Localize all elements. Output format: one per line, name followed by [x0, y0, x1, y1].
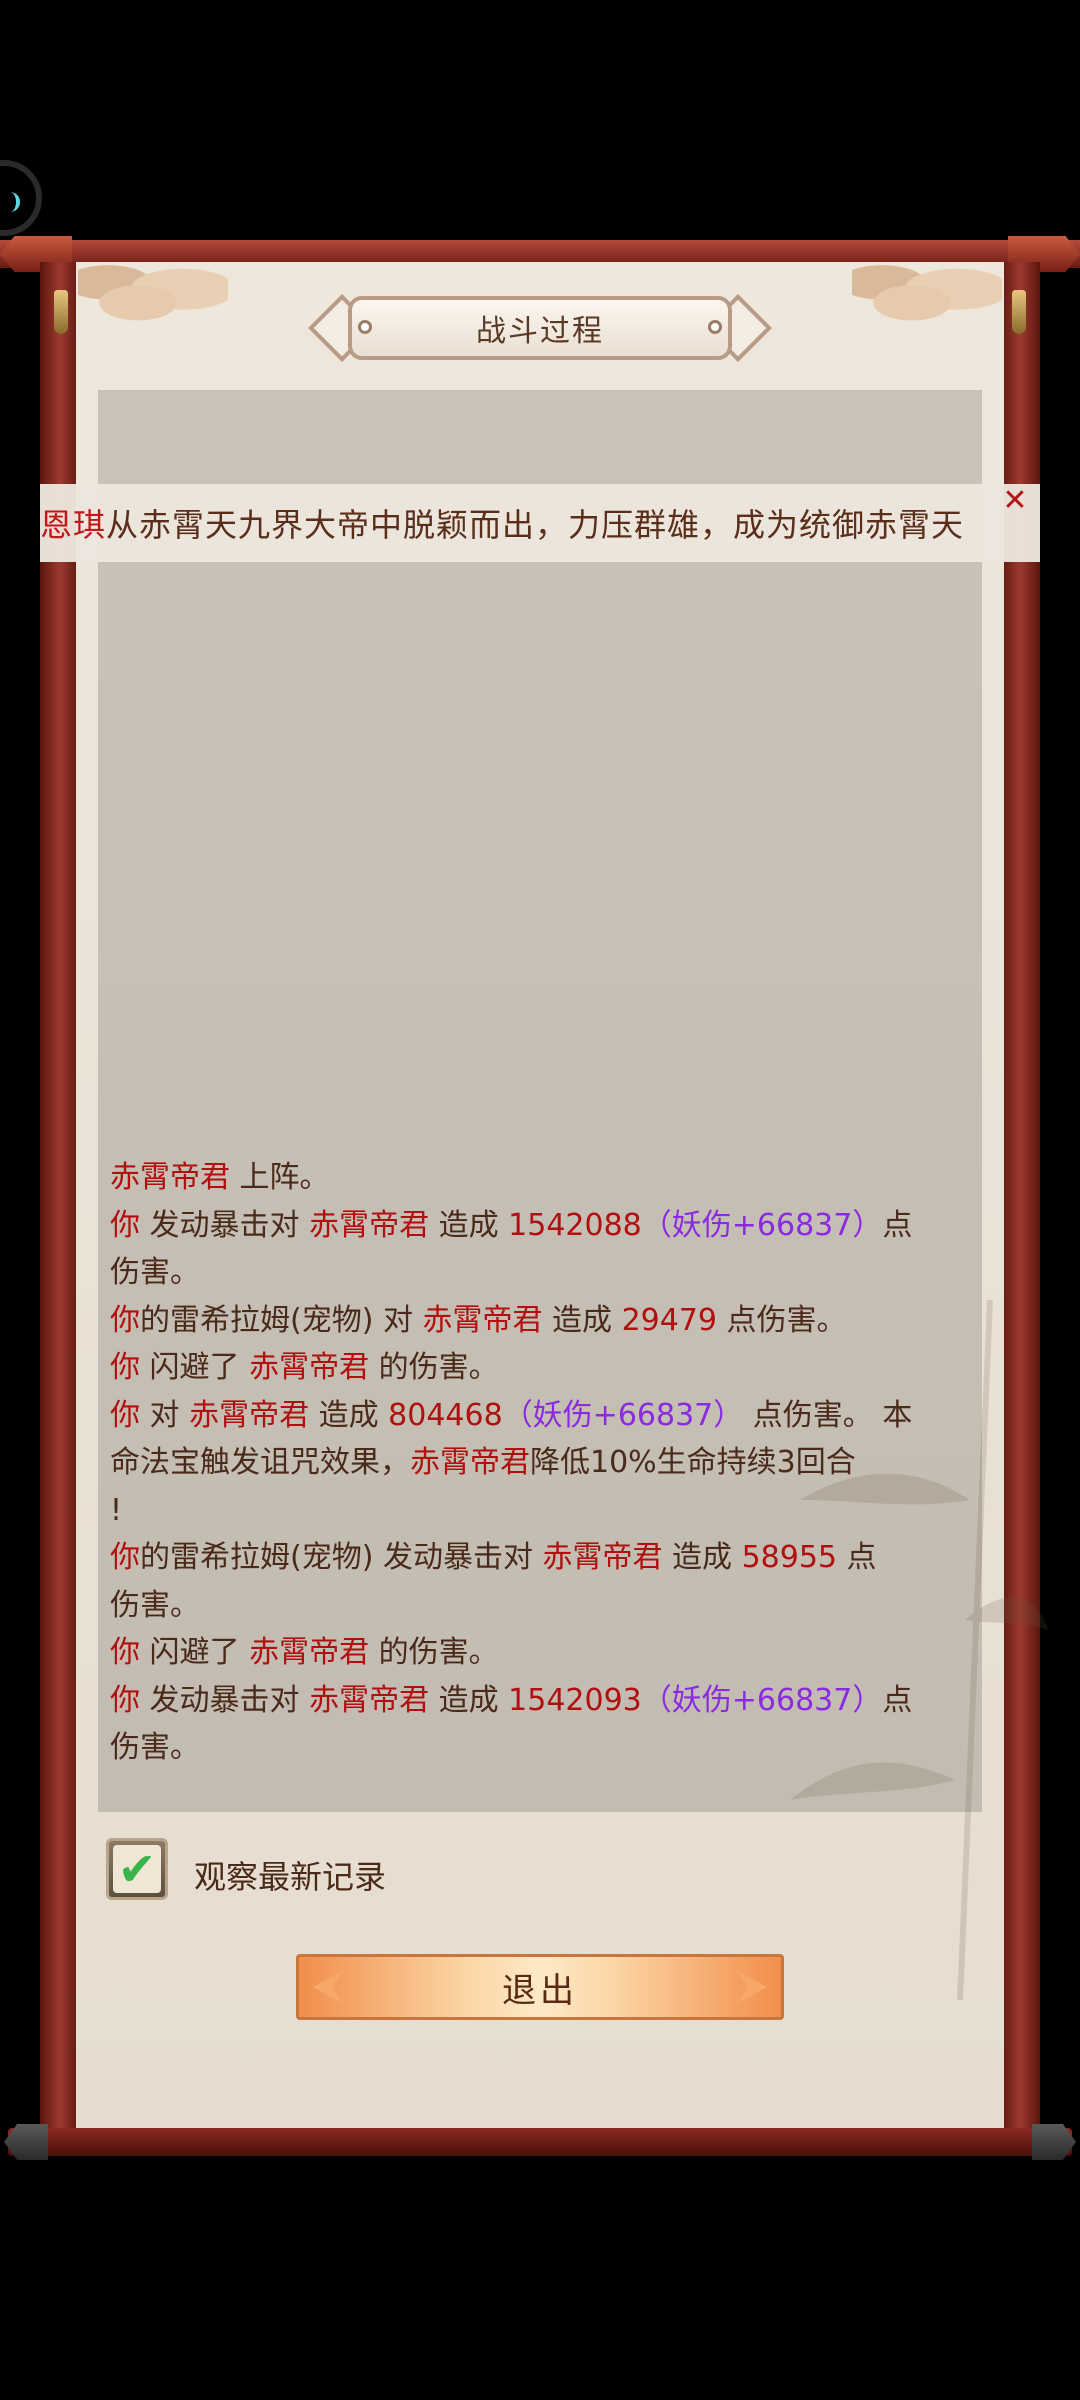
log-highlight: 58955 — [741, 1540, 837, 1575]
log-text: 降低10%生命持续3回合 — [530, 1445, 856, 1480]
log-text: 对 — [140, 1397, 190, 1433]
log-text: 造成 — [662, 1540, 742, 1575]
checkmark-icon: ✔ — [113, 1845, 161, 1893]
log-line: 你 发动暴击对 赤霄帝君 造成 1542093（妖伤+66837）点 — [110, 1677, 982, 1725]
log-text: 的雷希拉姆(宠物) 对 — [140, 1302, 423, 1338]
tassel-right-icon — [1012, 290, 1026, 334]
log-text: 的伤害。 — [369, 1350, 499, 1385]
log-line: 你 发动暴击对 赤霄帝君 造成 1542088（妖伤+66837）点 — [110, 1202, 982, 1250]
log-text: 点 — [882, 1207, 913, 1243]
log-highlight: 赤霄帝君 — [309, 1682, 430, 1718]
log-text: 上阵。 — [230, 1160, 330, 1195]
log-highlight: 赤霄帝君 — [309, 1207, 430, 1243]
battle-log: 赤霄帝君 上阵。你 发动暴击对 赤霄帝君 造成 1542088（妖伤+66837… — [110, 1154, 982, 1772]
page-title: 战斗过程 — [348, 296, 732, 360]
log-highlight: 你 — [110, 1207, 140, 1243]
log-text: 造成 — [309, 1397, 389, 1433]
log-highlight: 804468 — [388, 1397, 503, 1433]
log-highlight: 1542088 — [508, 1207, 642, 1243]
log-bonus: （妖伤+66837） — [641, 1682, 883, 1718]
log-line: 你 闪避了 赤霄帝君 的伤害。 — [110, 1629, 982, 1677]
log-highlight: 1542093 — [508, 1682, 642, 1718]
log-text: 点伤害。 — [717, 1302, 847, 1338]
log-text: 伤害。 — [110, 1730, 200, 1765]
log-line: 你的雷希拉姆(宠物) 对 赤霄帝君 造成 29479 点伤害。 — [110, 1297, 982, 1345]
log-highlight: 你 — [110, 1350, 140, 1385]
log-highlight: 赤霄帝君 — [249, 1350, 370, 1385]
log-bonus: （妖伤+66837） — [502, 1397, 744, 1433]
log-text: 造成 — [429, 1682, 509, 1718]
watch-latest-label: 观察最新记录 — [194, 1858, 387, 1896]
log-bonus: （妖伤+66837） — [641, 1207, 883, 1243]
log-text: 命法宝触发诅咒效果， — [110, 1445, 410, 1480]
log-text: 伤害。 — [110, 1255, 200, 1290]
scroll-bottom-rod — [8, 2128, 1072, 2156]
plaque-dot-right — [708, 320, 722, 334]
log-line: 你的雷希拉姆(宠物) 发动暴击对 赤霄帝君 造成 58955 点 — [110, 1534, 982, 1582]
cloud-ornament-left — [78, 262, 228, 330]
log-highlight: 你 — [110, 1635, 140, 1670]
log-text: 发动暴击对 — [140, 1207, 310, 1243]
log-text: 闪避了 — [140, 1350, 250, 1385]
log-line: 命法宝触发诅咒效果，赤霄帝君降低10%生命持续3回合 — [110, 1439, 982, 1487]
close-icon[interactable]: ✕ — [1000, 486, 1030, 516]
log-highlight: 你 — [110, 1682, 140, 1718]
log-highlight: 赤霄帝君 — [189, 1397, 310, 1433]
log-line: 你 对 赤霄帝君 造成 804468（妖伤+66837） 点伤害。 本 — [110, 1392, 982, 1440]
broadcast-player-name: 恩琪 — [40, 506, 107, 544]
log-text: 点 — [882, 1682, 913, 1718]
log-text: 的伤害。 — [369, 1635, 499, 1670]
log-line: 伤害。 — [110, 1249, 982, 1297]
log-highlight: 赤霄帝君 — [410, 1445, 530, 1480]
title-plaque: 战斗过程 — [308, 292, 772, 366]
log-highlight: 你 — [110, 1540, 140, 1575]
watch-latest-checkbox[interactable]: ✔ — [106, 1838, 168, 1900]
broadcast-text: 恩琪从赤霄天九界大帝中脱颖而出，力压群雄，成为统御赤霄天 — [40, 500, 964, 546]
log-text: 造成 — [429, 1207, 509, 1243]
log-text: 闪避了 — [140, 1635, 250, 1670]
log-text: 点伤害。 本 — [743, 1397, 913, 1433]
broadcast-message: 从赤霄天九界大帝中脱颖而出，力压群雄，成为统御赤霄天 — [106, 506, 965, 544]
log-highlight: 赤霄帝君 — [249, 1635, 370, 1670]
log-line: 赤霄帝君 上阵。 — [110, 1154, 982, 1202]
log-line: 伤害。 — [110, 1724, 982, 1772]
log-text: 点 — [837, 1540, 877, 1575]
overlay-ring-icon[interactable] — [0, 160, 42, 236]
log-line: 你 闪避了 赤霄帝君 的伤害。 — [110, 1344, 982, 1392]
log-highlight: 赤霄帝君 — [542, 1540, 663, 1575]
cloud-ornament-right — [852, 262, 1002, 330]
exit-button[interactable]: 退出 — [296, 1954, 784, 2020]
log-text: ! — [110, 1492, 123, 1528]
log-text: 的雷希拉姆(宠物) 发动暴击对 — [140, 1540, 543, 1575]
log-line: ! — [110, 1487, 982, 1535]
exit-button-label: 退出 — [502, 1970, 578, 2011]
log-text: 发动暴击对 — [140, 1682, 310, 1718]
log-highlight: 赤霄帝君 — [110, 1160, 230, 1195]
plaque-dot-left — [358, 320, 372, 334]
broadcast-banner: 恩琪从赤霄天九界大帝中脱颖而出，力压群雄，成为统御赤霄天 — [40, 484, 1040, 562]
log-line: 伤害。 — [110, 1582, 982, 1630]
log-text: 造成 — [542, 1302, 622, 1338]
log-highlight: 你 — [110, 1397, 140, 1433]
chevron-left-icon — [313, 1969, 345, 2005]
log-highlight: 赤霄帝君 — [422, 1302, 543, 1338]
chevron-right-icon — [735, 1969, 767, 2005]
tassel-left-icon — [54, 290, 68, 334]
log-highlight: 你 — [110, 1302, 140, 1338]
log-text: 伤害。 — [110, 1587, 200, 1623]
log-highlight: 29479 — [621, 1302, 717, 1338]
